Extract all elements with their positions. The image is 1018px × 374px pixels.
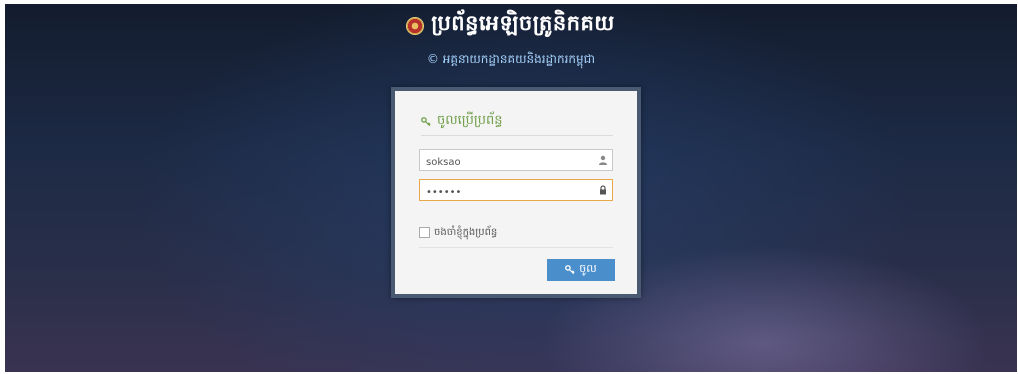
- login-header: ចូលប្រើប្រព័ន្ធ: [421, 112, 503, 131]
- login-frame: ចូលប្រើប្រព័ន្ធ ចងចាំខ្ញុំក្នុងប្: [391, 87, 641, 298]
- remember-checkbox[interactable]: [419, 227, 430, 238]
- user-icon: [599, 155, 607, 165]
- title-row: ប្រព័ន្ធអេឡិចត្រូនិកគយ: [407, 10, 615, 41]
- remember-label: ចងចាំខ្ញុំក្នុងប្រព័ន្ធ: [434, 227, 498, 238]
- username-field-wrap: [419, 149, 613, 173]
- copyright-subtitle: © អគ្គនាយកដ្ឋានគយនិងរដ្ឋាករកម្ពុជា: [426, 52, 596, 66]
- login-box: ចូលប្រើប្រព័ន្ធ ចងចាំខ្ញុំក្នុងប្: [395, 91, 637, 294]
- login-button-label: ចូល: [579, 262, 597, 275]
- login-button[interactable]: ចូល: [547, 259, 615, 281]
- remember-me[interactable]: ចងចាំខ្ញុំក្នុងប្រព័ន្ធ: [419, 225, 497, 240]
- page-header: ប្រព័ន្ធអេឡិចត្រូនិកគយ © អគ្គនាយកដ្ឋានគយ…: [5, 10, 1017, 69]
- password-input[interactable]: [420, 182, 586, 203]
- app-title: ប្រព័ន្ធអេឡិចត្រូនិកគយ: [431, 10, 615, 35]
- password-field-wrap: [419, 179, 613, 203]
- background-stage: ប្រព័ន្ធអេឡិចត្រូនិកគយ © អគ្គនាយកដ្ឋានគយ…: [5, 4, 1017, 372]
- key-icon: [421, 116, 431, 126]
- lock-icon: [600, 185, 606, 195]
- login-heading: ចូលប្រើប្រព័ន្ធ: [437, 113, 503, 128]
- emblem-seal-icon: [407, 17, 424, 34]
- username-input[interactable]: [420, 152, 586, 173]
- key-icon: [565, 265, 575, 275]
- header-divider: [421, 135, 613, 136]
- footer-divider: [419, 247, 613, 248]
